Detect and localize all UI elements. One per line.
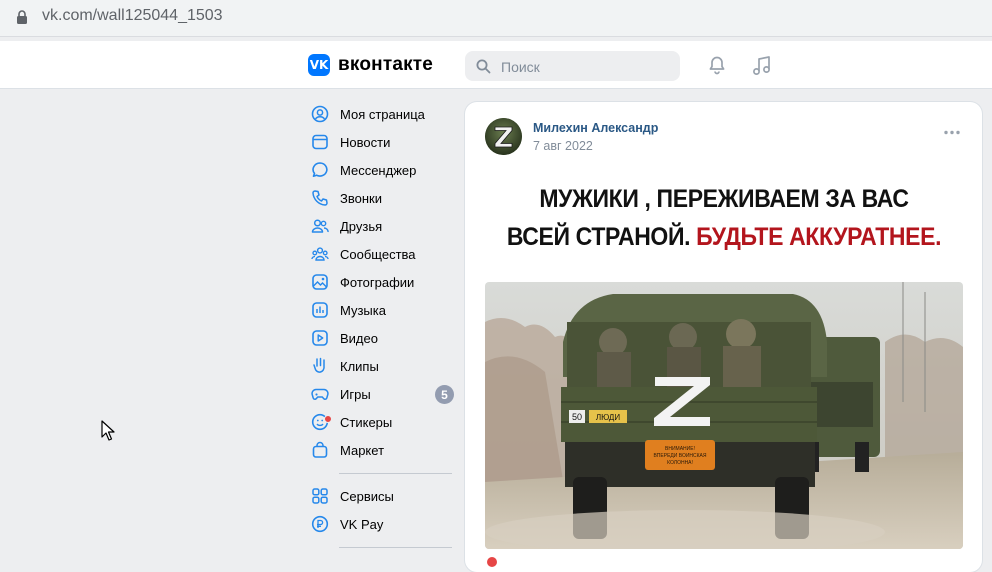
headline-line-2: ВСЕЙ СТРАНОЙ. БУДЬТЕ АККУРАТНЕЕ.	[504, 218, 944, 256]
post-photo[interactable]: 50 ЛЮДИ ВНИМАНИЕ! ВПЕРЕДИ ВОИНСКАЯ КОЛОН…	[485, 282, 963, 549]
vk-logo-icon: VK	[308, 54, 330, 76]
nav-label: Звонки	[340, 190, 382, 206]
phone-icon	[312, 190, 328, 206]
nav-label: Новости	[340, 134, 391, 150]
post-author-link[interactable]: Милехин Александр	[533, 121, 658, 135]
avatar-z-image	[485, 118, 522, 155]
nav-item-calls[interactable]: Звонки	[308, 184, 456, 212]
nav-item-communities[interactable]: Сообщества	[308, 240, 456, 268]
music-icon	[312, 302, 328, 318]
nav-label: Фотографии	[340, 274, 415, 290]
warning-sign-text: ВНИМАНИЕ!	[665, 446, 695, 452]
nav-label: Видео	[340, 330, 378, 346]
nav-item-video[interactable]: Видео	[308, 324, 456, 352]
bell-icon[interactable]	[707, 55, 727, 75]
svg-text:КОЛОННА!: КОЛОННА!	[667, 460, 693, 466]
vkpay-icon	[311, 515, 329, 533]
nav-label: VK Pay	[340, 516, 384, 532]
more-options-icon[interactable]	[944, 130, 960, 135]
svg-text:ВПЕРЕДИ ВОИНСКАЯ: ВПЕРЕДИ ВОИНСКАЯ	[653, 453, 706, 459]
site-header: VK вконтакте	[0, 41, 992, 89]
nav-item-my-page[interactable]: Моя страница	[308, 100, 456, 128]
nav-item-messenger[interactable]: Мессенджер	[308, 156, 456, 184]
nav-item-stickers[interactable]: Стикеры	[308, 408, 456, 436]
nav-label: Игры	[340, 386, 371, 402]
url-text[interactable]: vk.com/wall125044_1503	[42, 7, 223, 25]
nav-label: Моя страница	[340, 106, 425, 122]
military-truck-image: 50 ЛЮДИ ВНИМАНИЕ! ВПЕРЕДИ ВОИНСКАЯ КОЛОН…	[485, 282, 963, 549]
nav-divider	[339, 547, 452, 548]
post-card: Милехин Александр 7 авг 2022 МУЖИКИ , ПЕ…	[465, 102, 982, 572]
nav-label: Сообщества	[340, 246, 416, 262]
url-domain: vk.com/	[42, 7, 98, 24]
nav-divider	[339, 473, 452, 474]
music-note-icon[interactable]	[751, 55, 773, 77]
nav-item-clips[interactable]: Клипы	[308, 352, 456, 380]
nav-item-news[interactable]: Новости	[308, 128, 456, 156]
vk-logo-text: вконтакте	[338, 54, 434, 75]
sign-text: ЛЮДИ	[596, 413, 620, 422]
games-count-badge: 5	[435, 385, 454, 404]
headline-red-text: БУДЬТЕ АККУРАТНЕЕ.	[696, 223, 942, 251]
mouse-cursor-icon	[101, 420, 115, 441]
nav-label: Клипы	[340, 358, 379, 374]
nav-label: Друзья	[340, 218, 383, 234]
vk-logo[interactable]: VK вконтакте	[308, 54, 433, 76]
newspaper-icon	[312, 134, 328, 150]
plate-text: 50	[572, 412, 582, 422]
services-icon	[312, 488, 328, 504]
post-date[interactable]: 7 авг 2022	[533, 139, 593, 153]
nav-item-games[interactable]: Игры 5	[308, 380, 456, 408]
message-icon	[312, 162, 328, 177]
nav-label: Сервисы	[340, 488, 394, 504]
search-box[interactable]	[465, 51, 680, 83]
nav-label: Стикеры	[340, 414, 393, 430]
headline-line-1: МУЖИКИ , ПЕРЕЖИВАЕМ ЗА ВАС	[539, 185, 909, 213]
nav-item-services[interactable]: Сервисы	[308, 482, 456, 510]
post-image-headline: МУЖИКИ , ПЕРЕЖИВАЕМ ЗА ВАС ВСЕЙ СТРАНОЙ.…	[504, 180, 944, 256]
friends-icon	[311, 219, 329, 233]
avatar[interactable]	[485, 118, 522, 155]
clips-icon	[313, 357, 325, 373]
stickers-notification-dot	[324, 415, 332, 423]
nav-item-music[interactable]: Музыка	[308, 296, 456, 324]
reaction-icon[interactable]	[487, 557, 497, 567]
search-icon	[476, 59, 491, 74]
url-path: wall125044_1503	[97, 7, 223, 24]
gamepad-icon	[311, 388, 329, 400]
lock-icon	[17, 10, 27, 24]
browser-address-bar[interactable]: vk.com/wall125044_1503	[0, 0, 992, 37]
nav-item-friends[interactable]: Друзья	[308, 212, 456, 240]
nav-item-market[interactable]: Маркет	[308, 436, 456, 464]
nav-item-photos[interactable]: Фотографии	[308, 268, 456, 296]
user-circle-icon	[311, 105, 329, 123]
photo-icon	[312, 274, 328, 290]
nav-label: Мессенджер	[340, 162, 417, 178]
search-input[interactable]	[499, 51, 673, 83]
nav-label: Маркет	[340, 442, 385, 458]
nav-label: Музыка	[340, 302, 386, 318]
communities-icon	[311, 247, 329, 261]
video-icon	[312, 330, 328, 346]
headline-black-text: ВСЕЙ СТРАНОЙ.	[506, 223, 691, 251]
bag-icon	[312, 441, 328, 458]
nav-item-vkpay[interactable]: VK Pay	[308, 510, 456, 538]
